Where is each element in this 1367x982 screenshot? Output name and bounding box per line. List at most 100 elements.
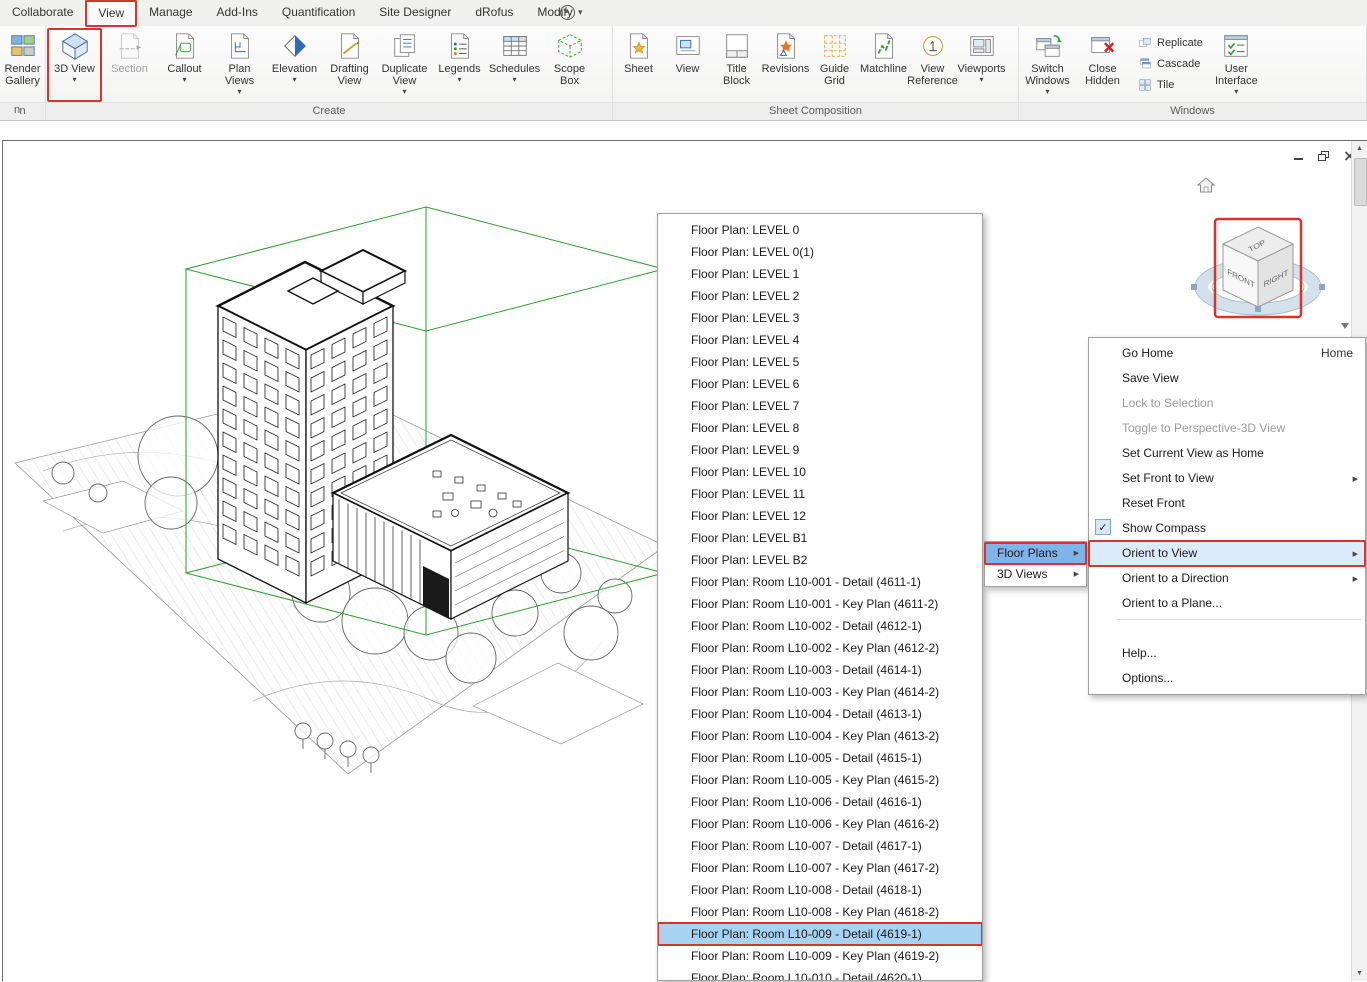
ribbon-button[interactable]: Close Hidden [1075, 28, 1130, 102]
floor-plan-menu-item[interactable]: Floor Plan: Room L10-003 - Detail (4614-… [658, 659, 982, 681]
context-menu-item[interactable]: Go Home Home [1089, 341, 1365, 366]
ribbon-button[interactable]: Schedules [487, 28, 542, 102]
ribbon-button[interactable]: Switch Windows [1020, 28, 1075, 102]
ribbon-tab[interactable]: Add-Ins [205, 0, 270, 26]
ribbon-button[interactable]: Callout [157, 28, 212, 102]
floor-plan-menu-item[interactable]: Floor Plan: Room L10-002 - Detail (4612-… [658, 615, 982, 637]
floor-plan-menu-item[interactable]: Floor Plan: Room L10-009 - Detail (4619-… [658, 923, 982, 945]
submenu-item[interactable]: 3D Views [985, 564, 1086, 585]
floor-plan-menu-item[interactable]: Floor Plan: LEVEL 2 [658, 285, 982, 307]
ribbon-tab[interactable]: Quantification [270, 0, 367, 26]
floor-plan-menu-item[interactable]: Floor Plan: LEVEL B1 [658, 527, 982, 549]
floor-plan-menu-item[interactable]: Floor Plan: Room L10-008 - Detail (4618-… [658, 879, 982, 901]
ribbon-button[interactable]: Viewports [957, 28, 1006, 102]
floor-plan-menu-item[interactable]: Floor Plan: Room L10-007 - Key Plan (461… [658, 857, 982, 879]
ribbon-button[interactable]: View [663, 28, 712, 102]
ribbon-tab[interactable]: Site Designer [367, 0, 463, 26]
floor-plan-menu-item[interactable]: Floor Plan: Room L10-010 - Detail (4620-… [658, 967, 982, 981]
floor-plan-menu-item[interactable]: Floor Plan: LEVEL 4 [658, 329, 982, 351]
ribbon-display-toggle[interactable]: ▾ [560, 5, 583, 20]
floor-plan-menu-item[interactable]: Floor Plan: LEVEL 1 [658, 263, 982, 285]
ribbon-button[interactable]: Sheet [614, 28, 663, 102]
menu-shortcut-label: Home [1321, 341, 1353, 366]
context-menu-item[interactable]: Lock to Selection [1089, 391, 1365, 416]
context-menu-item[interactable]: Set Current View as Home [1089, 441, 1365, 466]
ribbon-button[interactable]: Scope Box [542, 28, 597, 102]
floor-plan-menu-item[interactable]: Floor Plan: Room L10-006 - Detail (4616-… [658, 791, 982, 813]
floor-plan-menu-item[interactable]: Floor Plan: Room L10-001 - Key Plan (461… [658, 593, 982, 615]
ribbon-button[interactable]: Drafting View [322, 28, 377, 102]
floor-plan-menu-item[interactable]: Floor Plan: Room L10-007 - Detail (4617-… [658, 835, 982, 857]
context-menu-item[interactable]: Save View [1089, 366, 1365, 391]
ribbon-cycle-icon [560, 5, 575, 20]
context-menu-item[interactable]: Show Compass [1089, 516, 1365, 541]
floor-plan-menu-item[interactable]: Floor Plan: LEVEL 10 [658, 461, 982, 483]
viewcube-cube[interactable]: TOP FRONT RIGHT [1223, 227, 1293, 307]
legends-icon [445, 31, 475, 61]
floor-plan-menu-item[interactable]: Floor Plan: LEVEL 7 [658, 395, 982, 417]
floor-plan-menu-item[interactable]: Floor Plan: Room L10-005 - Key Plan (461… [658, 769, 982, 791]
ribbon-small-button[interactable]: Cascade [1138, 55, 1203, 72]
floor-plan-menu-item[interactable]: Floor Plan: LEVEL 3 [658, 307, 982, 329]
floor-plan-menu-item[interactable]: Floor Plan: Room L10-008 - Key Plan (461… [658, 901, 982, 923]
ribbon-button[interactable]: User Interface [1209, 28, 1264, 102]
submenu-item[interactable]: Floor Plans [985, 543, 1086, 564]
ribbon-button[interactable]: Matchline [859, 28, 908, 102]
floor-plan-menu-item[interactable]: Floor Plan: LEVEL 9 [658, 439, 982, 461]
ribbon-button[interactable]: Title Block [712, 28, 761, 102]
chevron-down-icon: ▾ [578, 7, 583, 18]
minimize-button[interactable] [1292, 150, 1305, 162]
ribbon-button[interactable]: Duplicate View [377, 28, 432, 102]
ribbon-button[interactable]: Legends [432, 28, 487, 102]
ribbon-button[interactable]: Section [102, 28, 157, 102]
floor-plan-menu-item[interactable]: Floor Plan: Room L10-001 - Detail (4611-… [658, 571, 982, 593]
floor-plan-menu-item[interactable]: Floor Plan: Room L10-004 - Detail (4613-… [658, 703, 982, 725]
ribbon-button[interactable]: 3D View [47, 28, 102, 102]
floor-plan-menu-item[interactable]: Floor Plan: LEVEL 11 [658, 483, 982, 505]
ribbon-small-button[interactable]: Tile [1138, 76, 1203, 93]
context-menu-item[interactable]: Orient to a Direction [1089, 566, 1365, 591]
scrollbar-thumb[interactable] [1354, 158, 1367, 206]
revisions-icon [771, 31, 801, 61]
restore-button[interactable] [1317, 150, 1331, 162]
view-reference-icon [918, 31, 948, 61]
context-menu-item[interactable]: Orient to View [1089, 541, 1365, 566]
context-menu-item[interactable]: Orient to a Plane... [1089, 591, 1365, 616]
ribbon-tab[interactable]: Collaborate [0, 0, 85, 26]
floor-plan-menu-item[interactable]: Floor Plan: Room L10-005 - Detail (4615-… [658, 747, 982, 769]
floor-plan-menu-item[interactable]: Floor Plan: LEVEL 12 [658, 505, 982, 527]
ribbon-button[interactable]: Elevation [267, 28, 322, 102]
context-menu-item[interactable]: Set Front to View [1089, 466, 1365, 491]
floor-plan-menu-item[interactable]: Floor Plan: LEVEL 5 [658, 351, 982, 373]
context-menu-item[interactable]: Toggle to Perspective-3D View [1089, 416, 1365, 441]
floor-plan-menu-item[interactable]: Floor Plan: LEVEL 8 [658, 417, 982, 439]
floor-plan-menu-item[interactable]: Floor Plan: Room L10-009 - Key Plan (461… [658, 945, 982, 967]
ribbon: Render Gallery n 3D View Section [0, 26, 1367, 121]
context-menu-item[interactable]: Help... [1089, 641, 1365, 666]
floor-plan-menu-item[interactable]: Floor Plan: Room L10-002 - Key Plan (461… [658, 637, 982, 659]
floor-plan-menu-item[interactable]: Floor Plan: LEVEL 0 [658, 219, 982, 241]
floor-plan-menu-item[interactable]: Floor Plan: Room L10-003 - Key Plan (461… [658, 681, 982, 703]
viewcube-home-icon[interactable] [1198, 178, 1214, 192]
ribbon-button[interactable]: Render Gallery [1, 28, 44, 102]
ribbon-small-button[interactable]: Replicate [1138, 34, 1203, 51]
ribbon-button[interactable]: View Reference [908, 28, 957, 102]
ribbon-button[interactable]: Guide Grid [810, 28, 859, 102]
context-menu-item[interactable]: Reset Front [1089, 491, 1365, 516]
context-menu-item[interactable]: Options... [1089, 666, 1365, 691]
viewcube[interactable]: TOP FRONT RIGHT [1157, 165, 1367, 340]
scroll-down-button[interactable]: ▼ [1352, 966, 1367, 981]
floor-plan-menu-item[interactable]: Floor Plan: LEVEL 0(1) [658, 241, 982, 263]
floor-plan-menu-item[interactable]: Floor Plan: LEVEL 6 [658, 373, 982, 395]
ribbon-button[interactable]: Plan Views [212, 28, 267, 102]
floor-plan-menu-item[interactable]: Floor Plan: Room L10-004 - Key Plan (461… [658, 725, 982, 747]
ribbon-button[interactable]: Revisions [761, 28, 810, 102]
viewcube-context-arrow[interactable] [1341, 323, 1349, 329]
ribbon-tab[interactable]: View [85, 0, 137, 26]
ribbon-tab[interactable]: dRofus [463, 0, 525, 26]
ribbon-tab[interactable]: Manage [137, 0, 204, 26]
floor-plan-menu-item[interactable]: Floor Plan: LEVEL B2 [658, 549, 982, 571]
view-icon [673, 31, 703, 61]
scroll-up-button[interactable]: ▲ [1352, 141, 1367, 156]
floor-plan-menu-item[interactable]: Floor Plan: Room L10-006 - Key Plan (461… [658, 813, 982, 835]
